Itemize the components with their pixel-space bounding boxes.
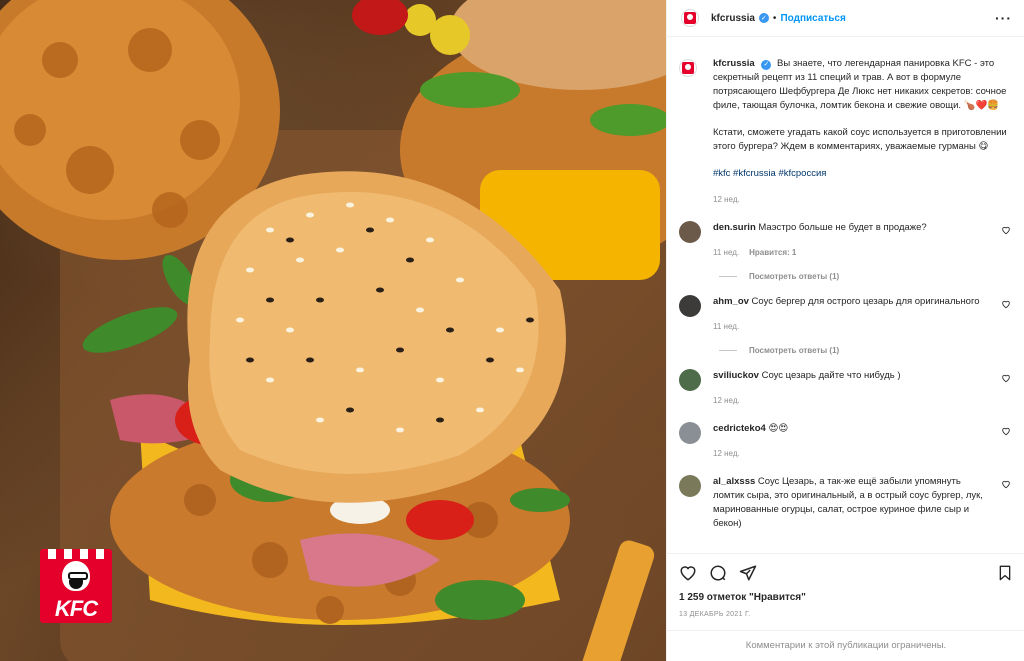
post-header: kfcrussia ✓ • Подписаться ··· (667, 0, 1024, 37)
logo-text: KFC (54, 596, 98, 621)
comment-avatar[interactable] (679, 295, 701, 317)
comment-item: al_alxsss Соус Цезарь, а так-же ещё забы… (679, 475, 1011, 531)
kfc-logo-icon: KFC (40, 549, 112, 623)
likes-count[interactable]: 1 259 отметок "Нравится" (679, 592, 1013, 603)
comment-username[interactable]: sviliuckov (713, 370, 759, 381)
verified-badge-icon: ✓ (758, 13, 769, 23)
comment-item: den.surin Маэстро больше не будет в прод… (679, 221, 1011, 260)
comment-avatar[interactable] (679, 369, 701, 391)
like-icon[interactable] (679, 564, 697, 582)
view-replies-button[interactable]: Посмотреть ответы (1) (719, 272, 1011, 281)
comment-avatar[interactable] (679, 422, 701, 444)
share-icon[interactable] (739, 564, 757, 582)
comment-text: Соус бергер для острого цезарь для ориги… (751, 296, 980, 307)
comment-avatar[interactable] (679, 475, 701, 497)
avatar[interactable] (681, 9, 699, 27)
post-photo[interactable]: KFC (0, 0, 666, 661)
comment-time: 11 нед. (713, 248, 740, 257)
comment-time: 12 нед. (713, 396, 740, 405)
more-options-icon[interactable]: ··· (995, 10, 1012, 26)
post-actions: 1 259 отметок "Нравится" 13 ДЕКАБРЬ 2021… (667, 553, 1024, 660)
comments-feed[interactable]: kfcrussia ✓ Вы знаете, что легендарная п… (667, 37, 1024, 553)
comment-item: cedricteko4 😍😍 12 нед. (679, 422, 1011, 461)
post-panel: kfcrussia ✓ • Подписаться ··· kfcrussia … (666, 0, 1024, 661)
comment-username[interactable]: al_alxsss (713, 476, 755, 487)
like-comment-icon[interactable] (1001, 479, 1011, 489)
comment-item: ahm_ov Соус бергер для острого цезарь дл… (679, 295, 1011, 334)
colonel-face-icon (62, 561, 90, 591)
comment-likes[interactable]: Нравится: 1 (749, 248, 796, 257)
caption-hashtags[interactable]: #kfc #kfcrussia #kfcроссия (713, 167, 1011, 181)
post-date: 13 ДЕКАБРЬ 2021 Г. (679, 611, 751, 618)
comment-item: sviliuckov Соус цезарь дайте что нибудь … (679, 369, 1011, 408)
comment-username[interactable]: ahm_ov (713, 296, 749, 307)
logo-stripes (40, 549, 112, 559)
comment-text: Соус цезарь дайте что нибудь ) (761, 370, 901, 381)
like-comment-icon[interactable] (1001, 373, 1011, 383)
like-comment-icon[interactable] (1001, 225, 1011, 235)
action-icons (679, 554, 1013, 592)
like-comment-icon[interactable] (1001, 426, 1011, 436)
bookmark-icon[interactable] (997, 564, 1013, 582)
comments-restricted-notice: Комментарии к этой публикации ограничены… (667, 630, 1024, 660)
comment-text: Маэстро больше не будет в продаже? (758, 222, 927, 233)
comment-username[interactable]: cedricteko4 (713, 423, 766, 434)
avatar[interactable] (679, 59, 697, 77)
comment-time: 12 нед. (713, 449, 740, 458)
comment-text: 😍😍 (768, 423, 789, 434)
caption-text: kfcrussia ✓ Вы знаете, что легендарная п… (713, 57, 1011, 113)
header-username[interactable]: kfcrussia (711, 13, 755, 24)
comment-time: 11 нед. (713, 322, 740, 331)
caption-time: 12 нед. (713, 195, 740, 204)
caption-paragraph-1: Вы знаете, что легендарная панировка KFC… (713, 58, 1007, 111)
separator: • (772, 12, 777, 24)
view-replies-button[interactable]: Посмотреть ответы (1) (719, 346, 1011, 355)
like-comment-icon[interactable] (1001, 299, 1011, 309)
caption-paragraph-2: Кстати, сможете угадать какой соус испол… (713, 127, 1007, 152)
comment-icon[interactable] (709, 564, 727, 582)
caption-username[interactable]: kfcrussia (713, 58, 755, 69)
post-caption: kfcrussia ✓ Вы знаете, что легендарная п… (679, 57, 1011, 207)
follow-button[interactable]: Подписаться (780, 13, 845, 24)
comment-avatar[interactable] (679, 221, 701, 243)
comment-username[interactable]: den.surin (713, 222, 756, 233)
verified-badge-icon: ✓ (761, 60, 772, 70)
